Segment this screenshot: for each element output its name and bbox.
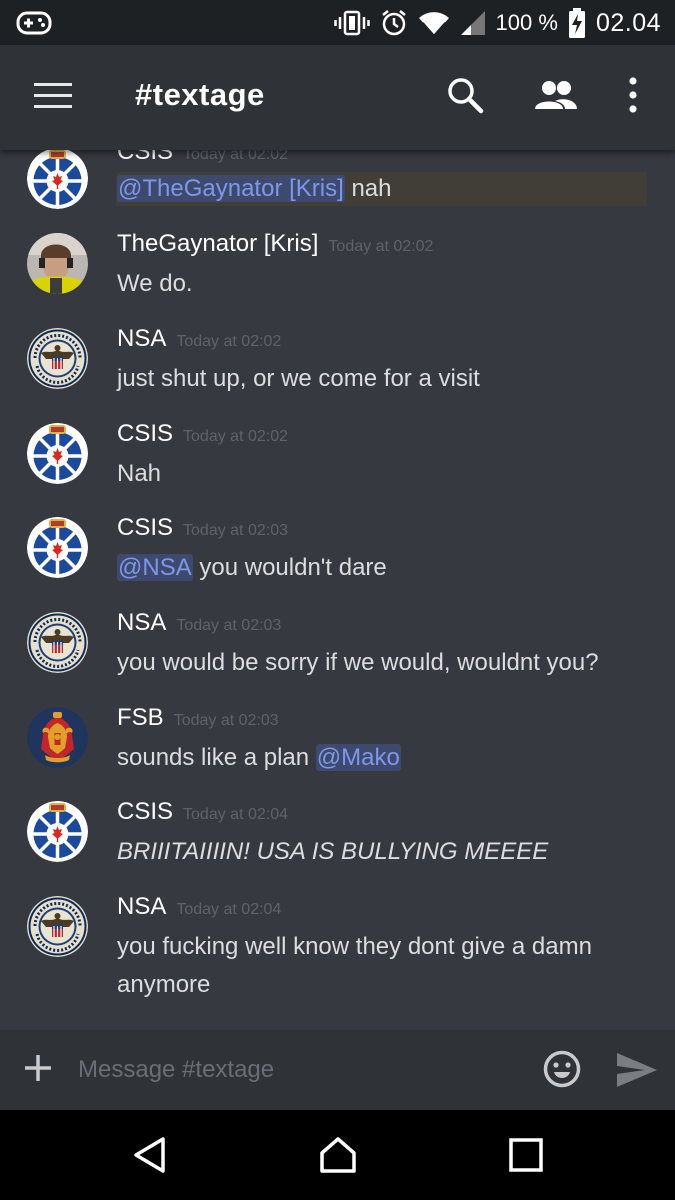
author-name[interactable]: CSIS [117,150,173,165]
avatar-csis[interactable] [27,517,88,578]
message-timestamp: Today at 02:02 [183,428,288,445]
avatar-thegaynator[interactable] [27,233,88,294]
avatar-fsb[interactable] [27,707,88,768]
message-composer [0,1030,675,1110]
clock: 02.04 [595,8,661,37]
gamepad-icon [16,11,52,35]
message-text: We do. [117,270,193,297]
message-text-part: nah [344,175,392,202]
message-text: BRIIITAIIIIN! USA IS BULLYING MEEEE [117,838,549,865]
message-text-part: you wouldn't dare [192,554,387,581]
author-name[interactable]: NSA [117,325,166,352]
recents-icon[interactable] [506,1135,546,1175]
channel-title: #textage [135,77,265,112]
avatar-nsa[interactable] [27,328,88,389]
message-text: you would be sorry if we would, wouldnt … [117,649,599,676]
back-icon[interactable] [130,1135,170,1175]
battery-percent: 100 % [495,10,558,35]
message-author[interactable]: CSIS Today at 02:02 [117,150,288,166]
message-author[interactable]: CSIS Today at 02:02 [117,420,288,448]
message-text: you fucking well know they dont give a d… [117,928,647,1004]
message-author[interactable]: FSB Today at 02:03 [117,704,279,732]
more-vertical-icon[interactable] [618,75,648,115]
user-mention[interactable]: @TheGaynator [Kris] [117,175,345,202]
message-timestamp: Today at 02:04 [183,806,288,823]
message-author[interactable]: NSA Today at 02:03 [117,609,281,637]
avatar-nsa[interactable] [27,612,88,673]
user-mention[interactable]: @NSA [117,554,193,581]
wifi-icon [418,12,449,36]
user-mention[interactable]: @Mako [315,744,401,771]
message-timestamp: Today at 02:03 [183,522,288,539]
author-name[interactable]: CSIS [117,420,173,447]
emoji-icon[interactable] [542,1049,582,1089]
status-bar: 100 % 02.04 [0,0,675,45]
message-input[interactable] [76,1048,520,1092]
message-text: just shut up, or we come for a visit [117,365,480,392]
avatar-csis[interactable] [27,801,88,862]
send-icon[interactable] [615,1051,659,1089]
author-name[interactable]: NSA [117,893,166,920]
message-text-line: you fucking well know they dont give a d… [117,933,592,960]
message-timestamp: Today at 02:02 [183,150,288,163]
plus-icon[interactable] [22,1052,54,1084]
message-author[interactable]: NSA Today at 02:02 [117,325,281,353]
message-text: @NSA you wouldn't dare [117,549,647,587]
home-icon[interactable] [318,1135,358,1175]
alarm-icon [381,10,406,36]
message-author[interactable]: CSIS Today at 02:04 [117,798,288,826]
message-timestamp: Today at 02:03 [173,712,279,729]
avatar-csis[interactable] [27,423,88,484]
message-text: Nah [117,460,162,487]
author-name[interactable]: FSB [117,704,164,731]
message-list[interactable]: CSIS Today at 02:02 @TheGaynator [Kris] n… [0,150,675,1030]
author-name[interactable]: TheGaynator [Kris] [117,230,318,257]
author-name[interactable]: CSIS [117,514,173,541]
message-text: @TheGaynator [Kris] nah [117,170,647,208]
author-name[interactable]: NSA [117,609,166,636]
message-author[interactable]: NSA Today at 02:04 [117,893,281,921]
message-timestamp: Today at 02:02 [328,238,434,255]
battery-charging-icon [568,8,585,38]
members-icon[interactable] [533,75,579,115]
message-text: sounds like a plan @Mako [117,739,647,777]
vibrate-icon [333,10,370,36]
avatar-csis[interactable] [27,150,88,209]
message-author[interactable]: CSIS Today at 02:03 [117,514,288,542]
message-timestamp: Today at 02:02 [176,333,282,350]
avatar-nsa[interactable] [27,896,88,957]
message-timestamp: Today at 02:03 [176,617,282,634]
message-text-line: anymore [117,971,211,998]
message-text-part: sounds like a plan [117,744,316,771]
menu-icon[interactable] [34,83,72,113]
app-bar: #textage [0,45,675,150]
search-icon[interactable] [445,75,485,115]
author-name[interactable]: CSIS [117,798,173,825]
message-author[interactable]: TheGaynator [Kris] Today at 02:02 [117,230,433,258]
signal-icon [460,11,485,35]
message-timestamp: Today at 02:04 [176,901,282,918]
navigation-bar [0,1110,675,1200]
